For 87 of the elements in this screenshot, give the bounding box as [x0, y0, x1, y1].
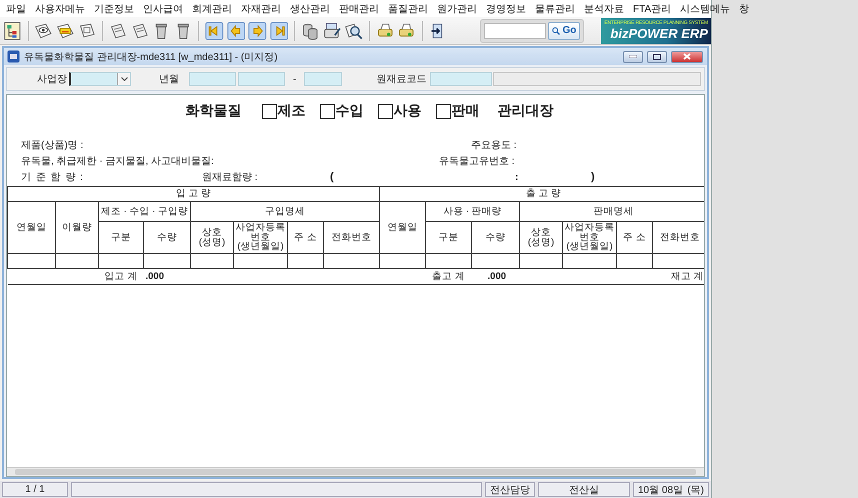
logo-name: bizPOWER ERP [609, 26, 708, 41]
menu-item[interactable]: 품질관리 [386, 2, 435, 16]
input-field[interactable] [304, 72, 342, 86]
menu-item[interactable]: 생산관리 [288, 2, 337, 16]
menu-item[interactable]: 파일 [4, 2, 33, 16]
department-name: 전산실 [538, 482, 630, 497]
column-header: 연월일 [380, 202, 426, 254]
total-label: 입고 계 [98, 268, 144, 284]
menu-item[interactable]: 창 [737, 2, 756, 16]
close-icon [683, 53, 691, 60]
range-separator: - [293, 74, 296, 84]
dropdown-field[interactable] [69, 72, 131, 86]
horizontal-scrollbar[interactable] [7, 467, 704, 476]
field-label: 유독물, 취급제한 · 금지물질, 사고대비물질: [21, 155, 215, 168]
menu-item[interactable]: 시스템메뉴 [678, 2, 738, 16]
maximize-button[interactable] [647, 50, 667, 62]
field-label: 기 준 함 량 : [21, 171, 85, 184]
menu-item[interactable]: 원가관리 [435, 2, 484, 16]
hierarchy-icon[interactable] [3, 20, 22, 42]
close-button[interactable] [671, 50, 703, 62]
column-header: 구입명세 [190, 202, 380, 222]
next-icon[interactable] [248, 20, 267, 42]
column-header: 사용 · 판매량 [426, 202, 520, 222]
separator-text: : [515, 172, 520, 182]
option-label: 수입 [336, 102, 364, 120]
input-field[interactable] [430, 72, 492, 86]
option-label: 제조 [278, 102, 306, 120]
go-button[interactable]: Go [548, 22, 580, 40]
first-icon[interactable] [205, 20, 224, 42]
status-date: 10월 08일 [638, 484, 684, 496]
column-header: 상호 (성명) [520, 222, 563, 254]
filter-label: 년월 [159, 73, 179, 86]
field-label: 주요용도 : [471, 139, 517, 152]
total-value: .000 [472, 268, 520, 284]
column-header: 구분 [98, 222, 144, 254]
menu-item[interactable]: 회계관리 [190, 2, 239, 16]
column-header: 출 고 량 [380, 186, 704, 202]
menu-item[interactable]: 기준정보 [92, 2, 141, 16]
column-header: 사업자등록 번호 (생년월일) [234, 222, 288, 254]
caret-icon [120, 77, 128, 81]
column-header: 제조 · 수입 · 구입량 [98, 202, 190, 222]
report-title: 관리대장 [498, 102, 554, 120]
column-header: 수량 [144, 222, 190, 254]
column-header: 상호 (성명) [190, 222, 234, 254]
menu-item[interactable]: 사용자메뉴 [33, 2, 92, 16]
menu-item[interactable]: 인사급여 [141, 2, 190, 16]
menu-item[interactable]: 물류관리 [533, 2, 582, 16]
field-label: 유독물고유번호 : [439, 155, 515, 168]
maximize-icon [653, 54, 661, 60]
menu-item[interactable]: 경영정보 [484, 2, 533, 16]
menu-item[interactable]: 분석자료 [582, 2, 631, 16]
option-label: 사용 [394, 102, 422, 120]
filter-label: 원재료코드 [376, 73, 426, 86]
previous-icon[interactable] [226, 20, 246, 42]
page-indicator: 1 / 1 [2, 482, 68, 497]
column-header: 사업자등록 번호 (생년월일) [562, 222, 617, 254]
column-header: 구분 [426, 222, 472, 254]
column-header: 연월일 [8, 202, 56, 254]
menu-item[interactable]: FTA관리 [631, 2, 678, 16]
total-label: 출고 계 [426, 268, 472, 284]
search-field[interactable] [484, 22, 546, 38]
input-field[interactable] [238, 72, 285, 86]
total-value: .000 [144, 268, 190, 284]
column-header: 주 소 [288, 222, 324, 254]
input-field[interactable] [189, 72, 236, 86]
status-weekday: (목) [687, 484, 704, 496]
option-label: 판매 [452, 102, 480, 120]
search-icon [552, 26, 560, 34]
column-header: 수량 [472, 222, 520, 254]
last-icon[interactable] [270, 20, 288, 42]
column-header: 입 고 량 [8, 186, 380, 202]
filter-label: 사업장 [37, 73, 67, 86]
column-header: 주 소 [616, 222, 653, 254]
field-label: 원재료함량 : [202, 171, 259, 184]
field-label: 제품(상품)명 : [21, 139, 84, 152]
menu-item[interactable]: 판매관리 [337, 2, 386, 16]
total-label: 재고 계 [520, 268, 704, 284]
menu-item[interactable]: 자재관리 [239, 2, 288, 16]
bracket-text: ( [330, 171, 335, 183]
bracket-text: ) [591, 171, 595, 183]
user-name: 전산담당 [485, 482, 535, 497]
report-title: 화학물질 [186, 102, 242, 120]
column-header: 이월량 [56, 202, 98, 254]
window-title: 유독물화학물질 관리대장-mde311 [w_mde311] - (미지정) [24, 50, 279, 64]
input-field[interactable] [493, 72, 702, 86]
minimize-icon [629, 55, 637, 58]
app-icon [7, 50, 20, 63]
